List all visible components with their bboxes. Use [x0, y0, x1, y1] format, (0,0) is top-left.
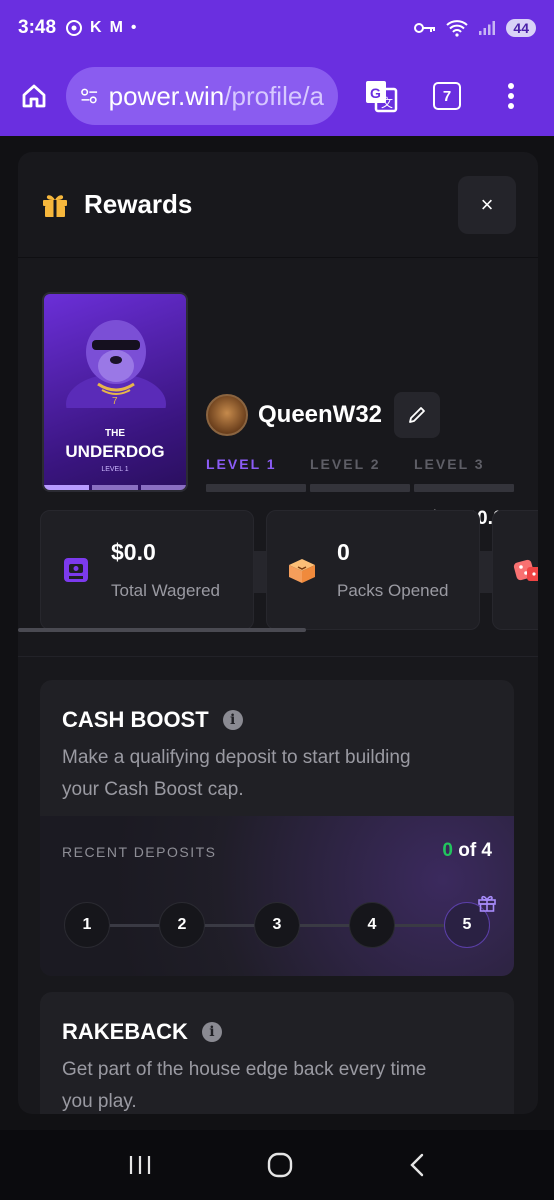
translate-button[interactable]: G文 — [358, 73, 404, 119]
system-nav-bar — [0, 1130, 554, 1200]
username: QueenW32 — [258, 401, 383, 428]
recent-apps-icon[interactable] — [128, 1154, 152, 1176]
tab-switcher-button[interactable]: 7 — [424, 73, 470, 119]
url-domain: power.win — [108, 80, 225, 111]
deposit-step-1: 1 — [64, 902, 110, 948]
svg-text:G: G — [370, 85, 381, 101]
home-icon — [22, 84, 46, 108]
gmail-icon: M — [109, 19, 123, 36]
deposit-step-5: 5 — [444, 895, 496, 948]
level-label: LEVEL 1 — [206, 456, 277, 472]
card-name: UNDERDOG — [65, 442, 165, 461]
stat-value: $0.0 — [111, 539, 156, 565]
until-next-level-label: Until next Level: — [286, 508, 422, 529]
card-level-bars — [44, 485, 186, 490]
user-row: QueenW32 — [206, 392, 441, 438]
recent-deposits: RECENT DEPOSITS 0 of 4 1 2 3 4 5 — [40, 816, 514, 976]
gift-icon — [43, 194, 67, 217]
browser-menu-button[interactable] — [488, 73, 534, 119]
translate-icon: G文 — [366, 81, 398, 113]
carousel-scrollbar[interactable] — [18, 628, 306, 632]
dot-icon: • — [130, 19, 137, 36]
stat-label: Total Wagered — [111, 581, 220, 600]
rewards-modal: Rewards × 7 THE UNDERDOG LEVEL 1 QueenW3… — [18, 152, 538, 1114]
deposit-step-4: 4 — [349, 902, 395, 948]
deposit-steps: 1 2 3 4 5 — [64, 895, 496, 948]
site-settings-icon[interactable] — [80, 85, 99, 107]
cash-boost-panel: CASH BOOST i Make a qualifying deposit t… — [40, 680, 514, 976]
chrome-icon — [66, 20, 83, 36]
level-label: LEVEL 3 — [414, 456, 485, 472]
edit-profile-button[interactable] — [394, 392, 441, 438]
progress-percent: 0% — [206, 508, 234, 529]
wifi-icon — [446, 20, 469, 37]
url-text: power.win/profile/a — [109, 81, 324, 112]
deposit-count: 0 of 4 — [442, 840, 492, 862]
recent-deposits-label: RECENT DEPOSITS — [62, 844, 217, 860]
back-icon[interactable] — [408, 1153, 426, 1177]
status-bar: 3:48 K M • 44 — [0, 0, 554, 56]
card-the: THE — [105, 428, 125, 439]
deposit-count-done: 0 — [442, 840, 453, 861]
battery-indicator: 44 — [506, 19, 536, 37]
svg-text:7: 7 — [112, 396, 118, 407]
profile-section: 7 THE UNDERDOG LEVEL 1 QueenW32 LEVEL 1 … — [18, 258, 538, 593]
cash-boost-description: Make a qualifying deposit to start build… — [62, 747, 411, 800]
svg-text:文: 文 — [381, 95, 393, 110]
level-3: LEVEL 3 — [414, 456, 514, 492]
home-button[interactable] — [14, 76, 54, 116]
clock: 3:48 — [18, 17, 57, 38]
underdog-illustration: 7 — [66, 320, 166, 408]
deposit-step-5-label: 5 — [462, 916, 472, 933]
level-bar — [206, 484, 306, 492]
pencil-icon — [409, 407, 425, 423]
rakeback-panel: RAKEBACK i Get part of the house edge ba… — [40, 992, 514, 1114]
level-bar — [414, 484, 514, 492]
level-label: LEVEL 2 — [310, 456, 381, 472]
address-bar[interactable]: power.win/profile/a — [66, 67, 338, 125]
level-progress: LEVEL 1 LEVEL 2 LEVEL 3 — [206, 456, 514, 492]
key-icon — [414, 23, 436, 33]
modal-header: Rewards × — [18, 152, 538, 258]
signal-icon — [479, 21, 496, 35]
home-nav-icon[interactable] — [267, 1152, 293, 1178]
modal-title: Rewards — [84, 189, 193, 219]
section-divider — [18, 656, 538, 657]
browser-toolbar: power.win/profile/a G文 7 — [0, 56, 554, 136]
level-bar — [310, 484, 410, 492]
dice-icon — [513, 559, 538, 581]
next-level-amount: $1,000.00 — [429, 508, 514, 529]
cash-boost-title: CASH BOOST — [62, 707, 209, 732]
more-vert-icon — [508, 83, 514, 109]
url-path: /profile/a — [224, 80, 324, 111]
rakeback-description: Get part of the house edge back every ti… — [62, 1059, 427, 1112]
rakeback-title: RAKEBACK — [62, 1019, 188, 1044]
deposit-step-2: 2 — [159, 902, 205, 948]
deposit-count-total: of 4 — [458, 840, 492, 861]
rank-card: 7 THE UNDERDOG LEVEL 1 — [42, 292, 188, 492]
close-icon: × — [480, 191, 494, 217]
avatar[interactable] — [206, 394, 248, 436]
progress-row: 0% Until next Level: $1,000.00 — [206, 508, 514, 530]
info-icon[interactable]: i — [201, 1022, 222, 1042]
close-button[interactable]: × — [458, 175, 516, 234]
k-icon: K — [90, 19, 102, 36]
tab-count: 7 — [433, 82, 461, 110]
ranks-benefits-button[interactable]: Ranks & Benefits — [206, 551, 514, 593]
notification-icons: K M • — [66, 19, 137, 37]
wager-machine-icon — [64, 558, 88, 582]
level-1: LEVEL 1 — [206, 456, 306, 492]
level-2: LEVEL 2 — [310, 456, 410, 492]
deposit-step-3: 3 — [254, 902, 300, 948]
gift-icon — [478, 895, 496, 912]
card-level: LEVEL 1 — [101, 466, 129, 473]
info-icon[interactable]: i — [222, 710, 243, 730]
